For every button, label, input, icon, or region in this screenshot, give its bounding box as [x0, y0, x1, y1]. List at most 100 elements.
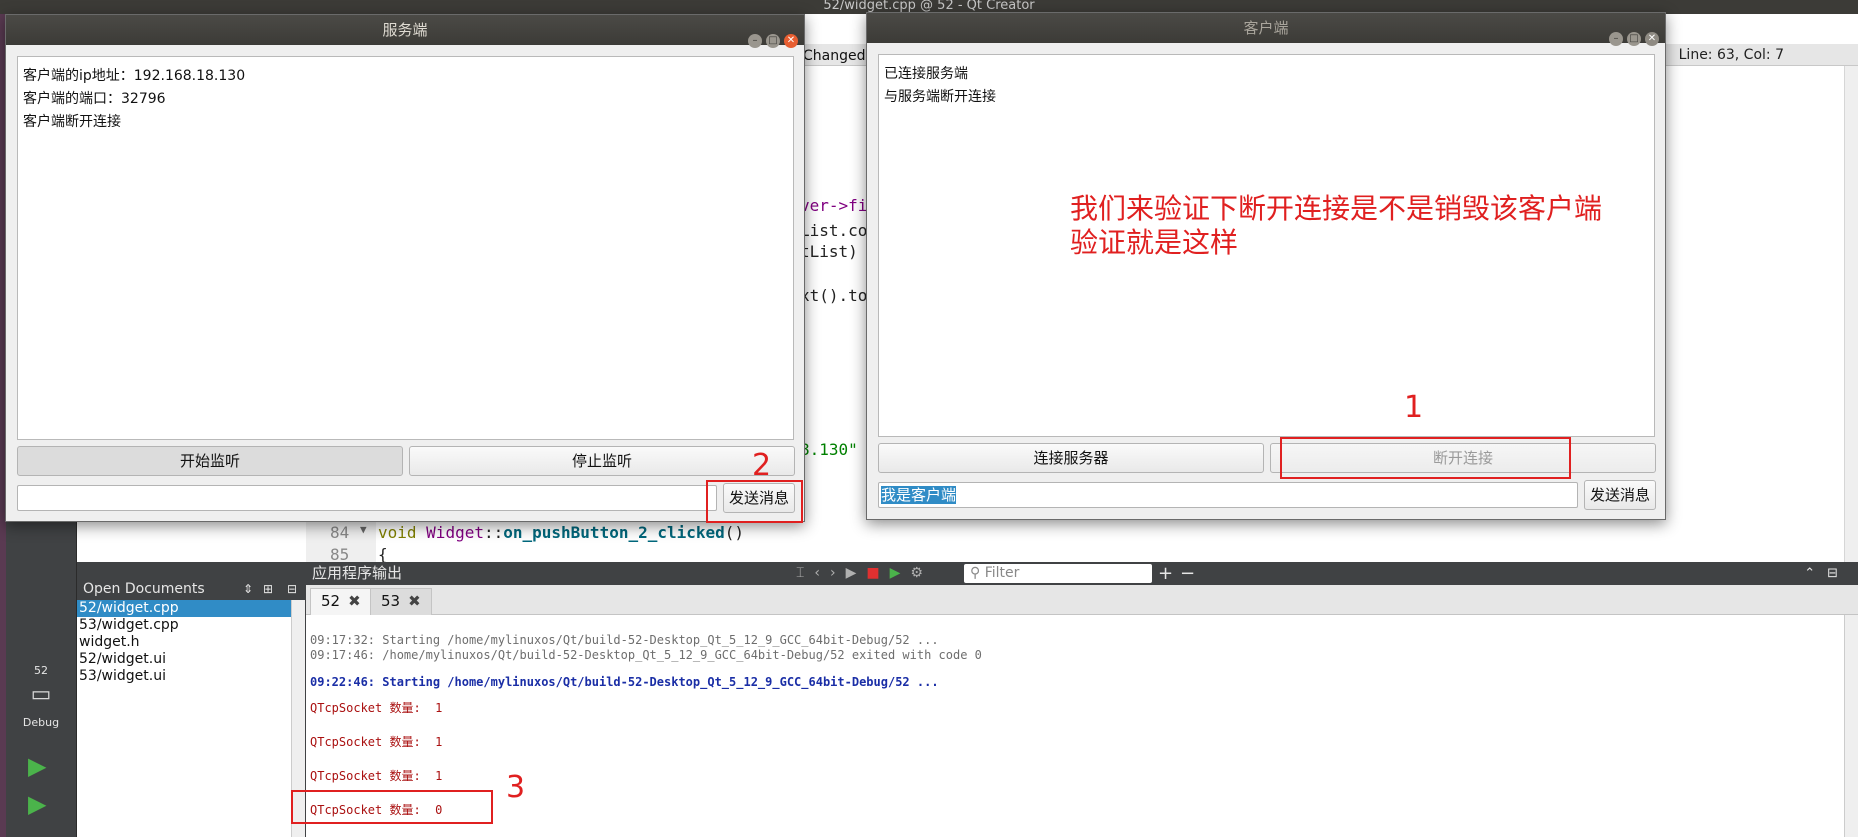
pane-controls: ⌃⊟	[1804, 562, 1850, 585]
code-fragment: tList)	[800, 242, 858, 261]
code-text: ver->fi	[800, 196, 868, 215]
annotation-note-line-2: 验证就是这样	[1070, 226, 1239, 259]
server-title-bar[interactable]: 服务端 – □ ✕	[6, 15, 804, 48]
annotation-box-2	[706, 480, 803, 523]
code-fragment: 8.130"	[800, 440, 858, 459]
close-icon[interactable]: ✕	[784, 34, 798, 48]
annotation-box-1	[1280, 437, 1571, 479]
code-fragment: xt().to	[800, 286, 867, 305]
output-log: 09:17:32: Starting /home/mylinuxos/Qt/bu…	[306, 615, 1844, 837]
mode-bar-project-label: 52	[34, 664, 48, 677]
maximize-icon[interactable]: □	[766, 34, 780, 48]
client-send-button[interactable]: 发送消息	[1584, 480, 1656, 510]
log-line: 09:17:32: Starting /home/mylinuxos/Qt/bu…	[310, 633, 939, 647]
symbol-selector[interactable]: Changed(	[803, 45, 871, 67]
tab-label: 53	[381, 592, 401, 610]
monitor-icon[interactable]: ▭	[6, 682, 76, 707]
close-icon[interactable]: ✕	[1645, 32, 1659, 46]
document-item[interactable]: 53/widget.cpp	[77, 617, 291, 634]
window-controls: – □ ✕	[744, 23, 798, 53]
open-documents-title: Open Documents	[83, 581, 205, 597]
next-icon[interactable]: ›	[830, 565, 846, 581]
log-line: 09:22:46: Starting /home/mylinuxos/Qt/bu…	[310, 675, 939, 689]
client-log-view[interactable]: 已连接服务端 与服务端断开连接	[878, 54, 1655, 437]
tab-53[interactable]: 53 ✖	[370, 588, 432, 615]
zoom-out-icon[interactable]: −	[1180, 562, 1195, 585]
tab-52[interactable]: 52 ✖	[310, 588, 372, 615]
minimize-icon[interactable]: –	[1609, 32, 1623, 46]
server-log-line: 客户端的ip地址：192.168.18.130	[23, 68, 246, 84]
code-class: Widget	[426, 523, 484, 542]
stop-icon[interactable]: ■	[866, 565, 889, 581]
server-log-line: 客户端断开连接	[23, 114, 121, 130]
window-controls: – □ ✕	[1605, 21, 1659, 51]
log-line: QTcpSocket 数量: 1	[310, 735, 443, 749]
code-fragment: List.co	[800, 221, 867, 240]
server-log-view[interactable]: 客户端的ip地址：192.168.18.130 客户端的端口：32796 客户端…	[17, 56, 794, 440]
gear-icon[interactable]: ⚙	[910, 565, 933, 581]
document-item[interactable]: 53/widget.ui	[77, 668, 291, 685]
code-text: xt().to	[800, 286, 868, 305]
log-line: QTcpSocket 数量: 1	[310, 769, 443, 783]
stop-listen-button[interactable]: 停止监听	[409, 446, 795, 476]
close-icon[interactable]: ✖	[408, 592, 421, 610]
output-toolbar-icons: ⌶‹›▶■▶⚙	[796, 562, 933, 585]
connect-server-button[interactable]: 连接服务器	[878, 443, 1264, 473]
debug-attach-icon[interactable]: ▶	[890, 565, 911, 581]
annotation-number-1: 1	[1404, 390, 1424, 425]
start-listen-button[interactable]: 开始监听	[17, 446, 403, 476]
line-number: 84	[330, 523, 350, 542]
code-keyword: void	[378, 523, 417, 542]
code-line-84: void Widget::on_pushButton_2_clicked()	[378, 523, 744, 542]
server-window: 服务端 – □ ✕ 客户端的ip地址：192.168.18.130 客户端的端口：3…	[5, 14, 805, 522]
close-pane-icon[interactable]: ⊟	[1827, 566, 1850, 581]
annotation-box-3	[291, 790, 493, 824]
annotation-number-2: 2	[752, 448, 772, 483]
log-line: 09:17:46: /home/mylinuxos/Qt/build-52-De…	[310, 648, 982, 662]
client-message-input[interactable]: 我是客户端	[878, 482, 1578, 508]
client-window-title: 客户端	[1243, 19, 1289, 37]
code-fragment: ver->fi	[800, 196, 867, 215]
search-icon: ⚲	[970, 565, 985, 581]
close-pane-icon[interactable]: ⊟	[287, 578, 297, 600]
code-function: on_pushButton_2_clicked	[503, 523, 725, 542]
server-message-input[interactable]	[17, 485, 717, 511]
document-item[interactable]: 52/widget.ui	[77, 651, 291, 668]
filter-placeholder: Filter	[984, 565, 1020, 581]
output-tabs: 52 ✖ 53 ✖	[306, 585, 1858, 615]
server-log-line: 客户端的端口：32796	[23, 91, 166, 107]
close-icon[interactable]: ✖	[348, 592, 361, 610]
annotation-note-line-1: 我们来验证下断开连接是不是销毁该客户端	[1070, 192, 1603, 225]
output-filter-input[interactable]: ⚲ Filter	[964, 564, 1152, 583]
minimize-icon[interactable]: –	[748, 34, 762, 48]
maximize-pane-icon[interactable]: ⌃	[1804, 566, 1827, 581]
debug-run-icon[interactable]: ▶	[28, 790, 46, 818]
code-text: List.co	[800, 221, 868, 240]
open-documents-header: Open Documents ⇕ ⊞ ⊟	[77, 578, 305, 600]
maximize-icon[interactable]: □	[1627, 32, 1641, 46]
client-log-line: 已连接服务端	[884, 66, 968, 82]
split-icon[interactable]: ⊞	[263, 578, 273, 600]
client-title-bar[interactable]: 客户端 – □ ✕	[867, 13, 1665, 46]
open-documents-list: 52/widget.cpp 53/widget.cpp widget.h 52/…	[77, 600, 291, 685]
document-item[interactable]: widget.h	[77, 634, 291, 651]
annotation-number-3: 3	[506, 770, 526, 805]
sort-icon[interactable]: ⇕	[243, 578, 253, 600]
run-icon[interactable]: ▶	[28, 752, 46, 780]
client-message-text: 我是客户端	[881, 486, 957, 504]
zoom-in-icon[interactable]: +	[1158, 562, 1173, 585]
log-line: QTcpSocket 数量: 1	[310, 701, 443, 715]
code-sep: ::	[483, 523, 504, 542]
rerun-icon[interactable]: ▶	[846, 565, 867, 581]
client-log-line: 与服务端断开连接	[884, 89, 996, 105]
attach-icon[interactable]: ⌶	[796, 565, 814, 581]
output-scrollbar[interactable]	[1844, 615, 1858, 837]
editor-scrollbar[interactable]	[1844, 66, 1858, 562]
code-text: tList)	[800, 242, 858, 261]
tab-label: 52	[321, 592, 341, 610]
prev-icon[interactable]: ‹	[814, 565, 830, 581]
fold-arrow-icon[interactable]: ▼	[360, 523, 367, 536]
document-item[interactable]: 52/widget.cpp	[77, 600, 291, 617]
line-col-indicator[interactable]: Line: 63, Col: 7	[1679, 47, 1784, 63]
code-text: 8.130"	[800, 440, 858, 459]
